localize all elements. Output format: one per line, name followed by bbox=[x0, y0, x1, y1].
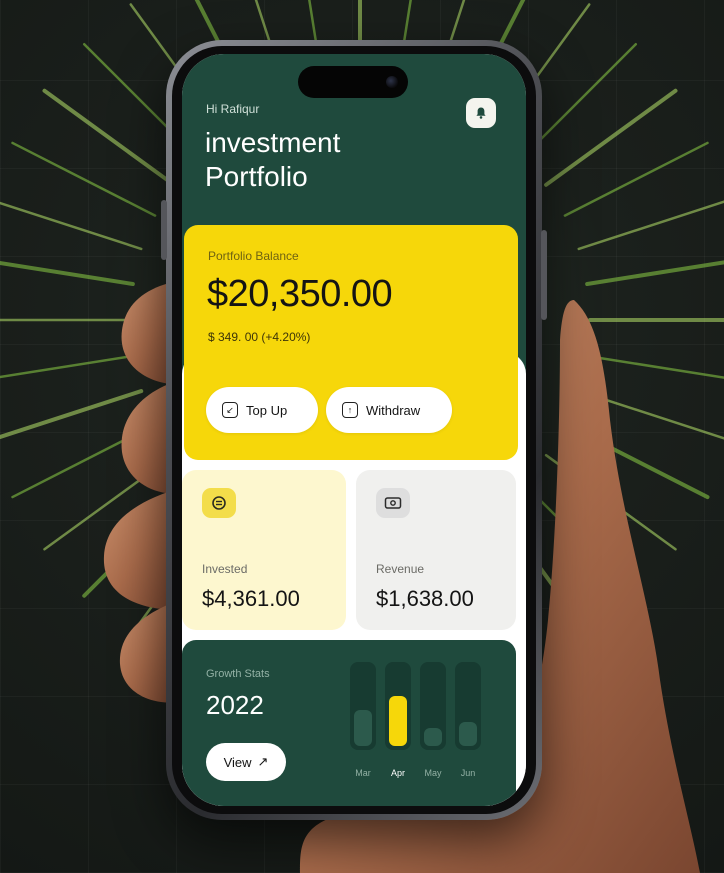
withdraw-button[interactable]: ↑ Withdraw bbox=[326, 387, 452, 433]
app-screen: Hi Rafiqur investment Portfolio Portfoli… bbox=[182, 54, 526, 806]
balance-change: $ 349. 00 (+4.20%) bbox=[208, 330, 311, 344]
invested-value: $4,361.00 bbox=[202, 586, 300, 611]
balance-label: Portfolio Balance bbox=[208, 249, 299, 263]
page-title: investment Portfolio bbox=[205, 127, 341, 192]
bar-fill bbox=[389, 696, 407, 746]
bar-label: May bbox=[424, 768, 442, 778]
volume-button bbox=[161, 200, 167, 260]
bar-track-mar[interactable] bbox=[350, 662, 376, 750]
revenue-value: $1,638.00 bbox=[376, 586, 474, 611]
bar-label: Apr bbox=[390, 768, 405, 778]
dynamic-island bbox=[298, 66, 408, 98]
withdraw-label: Withdraw bbox=[366, 402, 421, 418]
growth-bars: Mar Apr May Jun bbox=[350, 662, 490, 782]
arrow-up-right-icon: ↗ bbox=[257, 754, 269, 769]
balance-value: $20,350.00 bbox=[207, 273, 393, 315]
growth-label: Growth Stats bbox=[206, 668, 270, 680]
bar-track-apr[interactable] bbox=[385, 662, 411, 750]
top-up-label: Top Up bbox=[246, 402, 288, 418]
bell-icon bbox=[476, 107, 486, 119]
view-button[interactable]: View ↗ bbox=[206, 743, 286, 781]
growth-stats-card: Growth Stats 2022 View ↗ Mar Apr May Jun bbox=[182, 640, 516, 806]
greeting: Hi Rafiqur bbox=[206, 102, 260, 116]
bar-fill bbox=[354, 710, 372, 746]
bar-fill bbox=[424, 728, 442, 746]
power-button bbox=[541, 230, 547, 320]
growth-year: 2022 bbox=[206, 690, 264, 720]
view-label: View bbox=[223, 754, 252, 770]
topup-icon: ↙ bbox=[222, 402, 238, 418]
bar-track-jun[interactable] bbox=[455, 662, 481, 750]
invested-card[interactable]: Invested $4,361.00 bbox=[182, 470, 346, 630]
withdraw-icon: ↑ bbox=[342, 402, 358, 418]
top-up-button[interactable]: ↙ Top Up bbox=[206, 387, 318, 433]
bar-fill bbox=[459, 722, 477, 746]
coins-icon bbox=[202, 488, 236, 518]
invested-label: Invested bbox=[202, 562, 248, 576]
notification-button[interactable] bbox=[466, 98, 496, 128]
bar-label: Jun bbox=[460, 768, 476, 778]
cash-icon bbox=[376, 488, 410, 518]
bar-label: Mar bbox=[355, 768, 371, 778]
revenue-label: Revenue bbox=[376, 562, 425, 576]
bar-track-may[interactable] bbox=[420, 662, 446, 750]
revenue-card[interactable]: Revenue $1,638.00 bbox=[356, 470, 516, 630]
